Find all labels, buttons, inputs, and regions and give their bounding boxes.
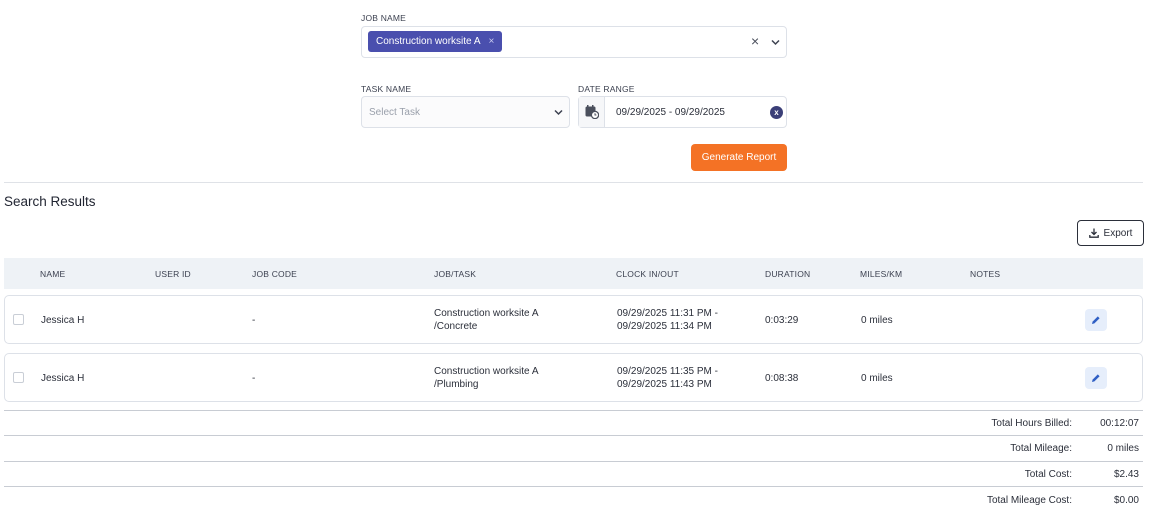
task-select[interactable]: Select Task <box>361 96 570 128</box>
row-clock-in: 09/29/2025 11:31 PM - <box>617 308 718 319</box>
row-clock-out: 09/29/2025 11:34 PM <box>617 321 712 332</box>
col-duration[interactable]: DURATION <box>765 269 810 279</box>
chevron-down-icon[interactable] <box>554 109 563 116</box>
row-name: Jessica H <box>41 373 85 384</box>
export-button[interactable]: Export <box>1077 220 1144 246</box>
row-job-task-line2: /Plumbing <box>434 379 479 390</box>
total-cost-label: Total Cost: <box>1024 469 1072 480</box>
task-placeholder: Select Task <box>369 107 420 118</box>
total-hours-value: 00:12:07 <box>1100 418 1139 429</box>
date-clear-icon[interactable]: x <box>770 106 783 119</box>
total-mileage-cost-label: Total Mileage Cost: <box>986 495 1072 506</box>
date-range-value: 09/29/2025 - 09/29/2025 <box>616 107 725 118</box>
edit-button[interactable] <box>1085 309 1107 331</box>
totals-divider <box>4 461 1143 462</box>
row-checkbox[interactable] <box>13 372 24 383</box>
pencil-icon <box>1092 316 1100 324</box>
col-job-task[interactable]: JOB/TASK <box>434 269 476 279</box>
date-range-field[interactable]: 09/29/2025 - 09/29/2025 x <box>578 96 787 128</box>
export-label: Export <box>1103 227 1133 239</box>
col-job-code[interactable]: JOB CODE <box>252 269 297 279</box>
chip-remove-icon[interactable]: × <box>489 36 495 47</box>
total-hours-label: Total Hours Billed: <box>991 418 1072 429</box>
download-icon <box>1088 228 1099 238</box>
total-mileage-cost-value: $0.00 <box>1113 495 1139 506</box>
row-clock-in: 09/29/2025 11:35 PM - <box>617 366 718 377</box>
chevron-down-icon[interactable] <box>771 39 780 46</box>
row-job-code: - <box>252 373 256 384</box>
clear-selection-icon[interactable]: × <box>751 34 759 48</box>
col-miles-km[interactable]: MILES/KM <box>860 269 902 279</box>
row-duration: 0:08:38 <box>765 373 799 384</box>
row-job-task-line1: Construction worksite A <box>434 366 539 377</box>
section-divider <box>4 182 1143 183</box>
job-chip: Construction worksite A × <box>368 31 503 52</box>
pencil-icon <box>1092 374 1100 382</box>
job-chip-label: Construction worksite A <box>376 36 481 47</box>
row-clock-out: 09/29/2025 11:43 PM <box>617 379 712 390</box>
totals-divider <box>4 486 1143 487</box>
job-name-select[interactable]: Construction worksite A × × <box>361 26 787 58</box>
date-range-label: DATE RANGE <box>578 84 635 94</box>
row-duration: 0:03:29 <box>765 315 799 326</box>
totals-divider <box>4 435 1143 436</box>
calendar-icon <box>585 105 599 119</box>
col-user-id[interactable]: USER ID <box>155 269 191 279</box>
total-cost-value: $2.43 <box>1113 469 1139 480</box>
row-job-code: - <box>252 315 256 326</box>
task-name-label: TASK NAME <box>361 84 412 94</box>
row-miles: 0 miles <box>861 315 893 326</box>
row-job-task-line2: /Concrete <box>434 321 478 332</box>
search-results-title: Search Results <box>4 194 96 209</box>
edit-button[interactable] <box>1085 367 1107 389</box>
row-checkbox[interactable] <box>13 314 24 325</box>
col-name[interactable]: NAME <box>40 269 65 279</box>
total-mileage-label: Total Mileage: <box>1010 443 1072 454</box>
row-job-task-line1: Construction worksite A <box>434 308 539 319</box>
row-name: Jessica H <box>41 315 85 326</box>
table-row[interactable]: Jessica H - Construction worksite A /Con… <box>4 295 1143 344</box>
row-miles: 0 miles <box>861 373 893 384</box>
totals-divider <box>4 410 1143 411</box>
col-clock-in-out[interactable]: CLOCK IN/OUT <box>616 269 679 279</box>
job-name-label: JOB NAME <box>361 13 407 23</box>
col-notes[interactable]: NOTES <box>970 269 1000 279</box>
generate-report-button[interactable]: Generate Report <box>691 144 787 171</box>
total-mileage-value: 0 miles <box>1107 443 1139 454</box>
table-header: NAME USER ID JOB CODE JOB/TASK CLOCK IN/… <box>4 258 1143 289</box>
table-row[interactable]: Jessica H - Construction worksite A /Plu… <box>4 353 1143 402</box>
calendar-button[interactable] <box>579 97 605 127</box>
